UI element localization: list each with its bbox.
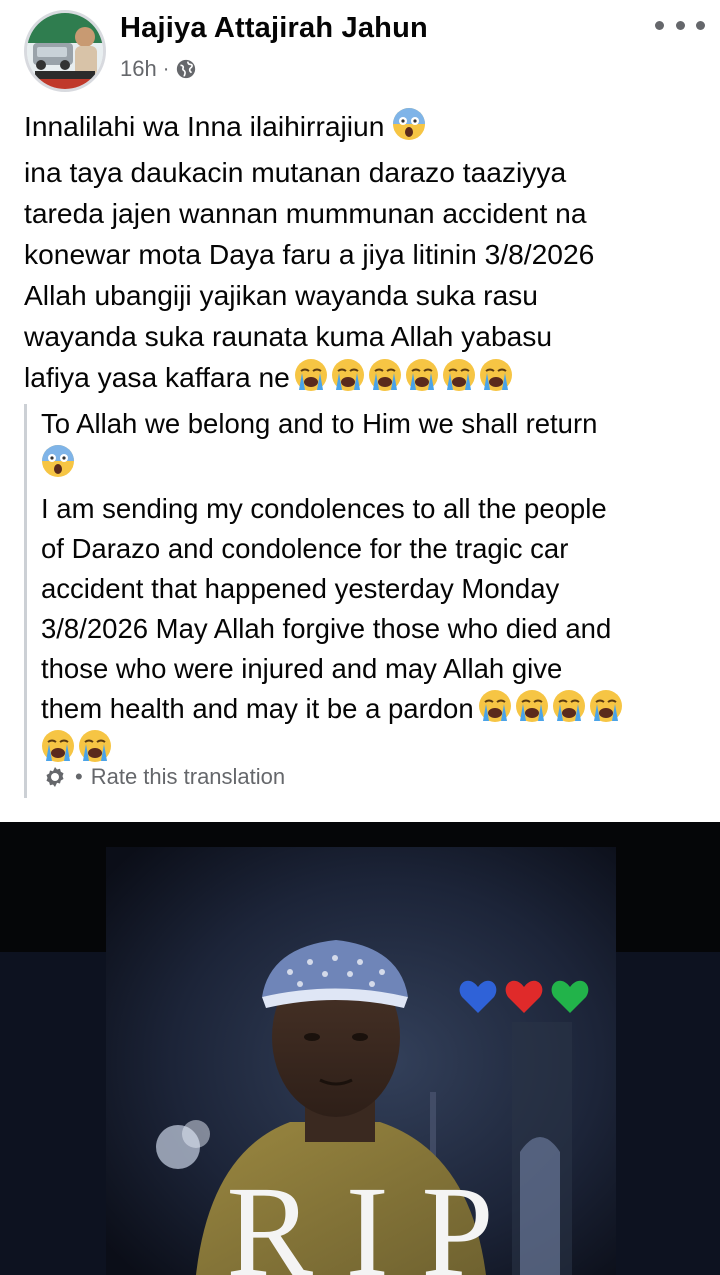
scream-emoji-icon [392, 107, 426, 152]
translation-line: accident that happened yesterday Monday [41, 573, 560, 604]
meta-separator: · [162, 57, 170, 80]
loudly-crying-emoji-icon [515, 690, 548, 722]
author-name[interactable]: Hajiya Attajirah Jahun [120, 12, 428, 45]
translation-line: 3/8/2026 May Allah forgive those who die… [41, 613, 612, 644]
translation-line: of Darazo and condolence for the tragic … [41, 533, 569, 564]
loudly-crying-emoji-icon [294, 359, 327, 391]
author-avatar[interactable] [24, 10, 106, 92]
translation-line: To Allah we belong and to Him we shall r… [41, 408, 598, 439]
post-original-text: Innalilahi wa Inna ilaihirrajiun ina tay… [24, 106, 714, 398]
post-line: lafiya yasa kaffara ne [24, 357, 714, 398]
loudly-crying-emoji-icon [331, 359, 364, 391]
scream-emoji-icon [41, 444, 75, 489]
gear-icon[interactable] [43, 765, 67, 789]
avatar-image [27, 13, 103, 89]
translation-line [41, 444, 704, 489]
translation-footer: • Rate this translation [43, 764, 285, 790]
post-time[interactable]: 16h [120, 56, 157, 82]
translation-block: To Allah we belong and to Him we shall r… [24, 404, 704, 798]
footer-dot: • [75, 764, 83, 789]
loudly-crying-emoji-icon [368, 359, 401, 391]
more-dot [675, 20, 685, 30]
more-options-button[interactable] [655, 12, 705, 38]
post-line: konewar mota Daya faru a jiya litinin 3/… [24, 238, 595, 270]
rip-caption: R I P [226, 1160, 493, 1275]
post-photo[interactable]: R I P [0, 822, 720, 1275]
post-header: Hajiya Attajirah Jahun 16h · [0, 0, 720, 100]
post-line: wayanda suka raunata kuma Allah yabasu [24, 320, 553, 352]
globe-icon [177, 59, 196, 79]
post-line: tareda jajen wannan mummunan accident na [24, 197, 587, 229]
post-meta: 16h · [120, 56, 197, 82]
translation-line: those who were injured and may Allah giv… [41, 653, 563, 684]
loudly-crying-emoji-icon [405, 359, 438, 391]
post-line: Allah ubangiji yajikan wayanda suka rasu [24, 279, 538, 311]
loudly-crying-emoji-icon [589, 690, 622, 722]
loudly-crying-emoji-icon [552, 690, 585, 722]
translation-line: I am sending my condolences to all the p… [41, 493, 607, 524]
loudly-crying-emoji-icon [79, 730, 111, 762]
crying-emoji-row [294, 358, 513, 392]
post-line: Innalilahi wa Inna ilaihirrajiun [24, 106, 714, 152]
rate-translation-link[interactable]: Rate this translation [91, 764, 285, 790]
more-dot [696, 20, 705, 30]
loudly-crying-emoji-icon [478, 690, 511, 722]
post-line: ina taya daukacin mutanan darazo taaziyy… [24, 156, 567, 188]
loudly-crying-emoji-icon [442, 359, 475, 391]
loudly-crying-emoji-icon [479, 359, 512, 391]
loudly-crying-emoji-icon [42, 730, 74, 762]
translation-line: them health and may it be a pardon [41, 689, 704, 729]
crying-emoji-row [41, 729, 112, 763]
crying-emoji-row [478, 689, 623, 723]
memorial-photo: R I P [0, 822, 720, 1275]
more-horizontal-icon [655, 20, 664, 30]
translation-line [41, 729, 704, 769]
translation-text: To Allah we belong and to Him we shall r… [41, 404, 704, 769]
